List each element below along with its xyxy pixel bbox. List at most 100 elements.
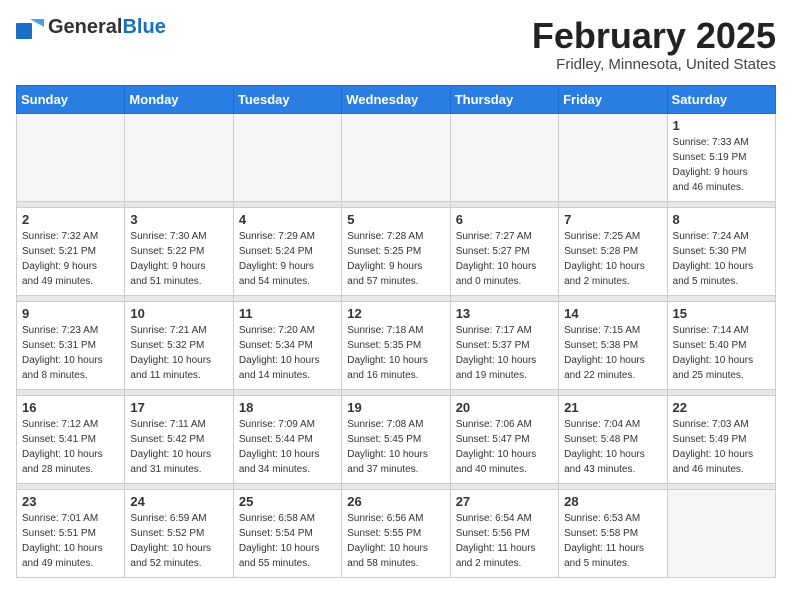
calendar-week-row: 16Sunrise: 7:12 AM Sunset: 5:41 PM Dayli… <box>17 395 776 483</box>
day-info: Sunrise: 7:03 AM Sunset: 5:49 PM Dayligh… <box>673 417 770 477</box>
col-tuesday: Tuesday <box>233 85 341 113</box>
day-number: 2 <box>22 212 119 227</box>
calendar-day: 14 Sunrise: 7:15 AM Sunset: 5:38 PM Dayli… <box>559 301 667 389</box>
calendar-day: 13 Sunrise: 7:17 AM Sunset: 5:37 PM Dayli… <box>450 301 558 389</box>
day-number: 10 <box>130 306 227 321</box>
day-number: 13 <box>456 306 553 321</box>
calendar-day: 24 Sunrise: 6:59 AM Sunset: 5:52 PM Dayli… <box>125 489 233 577</box>
calendar-day: 1Sunrise: 7:33 AM Sunset: 5:19 PM Daylig… <box>667 113 775 201</box>
day-number: 25 <box>239 494 336 509</box>
day-info: Sunrise: 7:23 AM Sunset: 5:31 PM Dayligh… <box>22 323 119 383</box>
day-number: 1 <box>673 118 770 133</box>
calendar-day: 28 Sunrise: 6:53 AM Sunset: 5:58 PM Dayli… <box>559 489 667 577</box>
day-info: Sunrise: 6:56 AM Sunset: 5:55 PM Dayligh… <box>347 511 444 571</box>
calendar-day: 2 Sunrise: 7:32 AM Sunset: 5:21 PM Daylig… <box>17 207 125 295</box>
calendar-day <box>559 113 667 201</box>
calendar-day <box>233 113 341 201</box>
calendar-day: 7 Sunrise: 7:25 AM Sunset: 5:28 PM Daylig… <box>559 207 667 295</box>
calendar-day: 4 Sunrise: 7:29 AM Sunset: 5:24 PM Daylig… <box>233 207 341 295</box>
day-number: 11 <box>239 306 336 321</box>
day-info: Sunrise: 7:09 AM Sunset: 5:44 PM Dayligh… <box>239 417 336 477</box>
day-info: Sunrise: 7:27 AM Sunset: 5:27 PM Dayligh… <box>456 229 553 289</box>
day-info: Sunrise: 7:12 AM Sunset: 5:41 PM Dayligh… <box>22 417 119 477</box>
calendar-day: 25 Sunrise: 6:58 AM Sunset: 5:54 PM Dayli… <box>233 489 341 577</box>
day-info: Sunrise: 7:20 AM Sunset: 5:34 PM Dayligh… <box>239 323 336 383</box>
day-info: Sunrise: 6:59 AM Sunset: 5:52 PM Dayligh… <box>130 511 227 571</box>
logo-general: General <box>48 16 122 38</box>
day-info: Sunrise: 7:32 AM Sunset: 5:21 PM Dayligh… <box>22 229 119 289</box>
day-number: 27 <box>456 494 553 509</box>
day-number: 19 <box>347 400 444 415</box>
day-number: 12 <box>347 306 444 321</box>
day-info: Sunrise: 7:01 AM Sunset: 5:51 PM Dayligh… <box>22 511 119 571</box>
calendar-day <box>342 113 450 201</box>
location: Fridley, Minnesota, United States <box>532 56 776 73</box>
calendar-day: 18 Sunrise: 7:09 AM Sunset: 5:44 PM Dayli… <box>233 395 341 483</box>
day-number: 26 <box>347 494 444 509</box>
day-info: Sunrise: 7:15 AM Sunset: 5:38 PM Dayligh… <box>564 323 661 383</box>
calendar: Sunday Monday Tuesday Wednesday Thursday… <box>16 85 776 578</box>
calendar-week-row: 9 Sunrise: 7:23 AM Sunset: 5:31 PM Daylig… <box>17 301 776 389</box>
day-number: 17 <box>130 400 227 415</box>
title-block: February 2025 Fridley, Minnesota, United… <box>532 16 776 73</box>
col-sunday: Sunday <box>17 85 125 113</box>
col-saturday: Saturday <box>667 85 775 113</box>
calendar-day: 11 Sunrise: 7:20 AM Sunset: 5:34 PM Dayli… <box>233 301 341 389</box>
calendar-day: 12Sunrise: 7:18 AM Sunset: 5:35 PM Dayli… <box>342 301 450 389</box>
calendar-day: 16Sunrise: 7:12 AM Sunset: 5:41 PM Dayli… <box>17 395 125 483</box>
calendar-week-row: 1Sunrise: 7:33 AM Sunset: 5:19 PM Daylig… <box>17 113 776 201</box>
day-info: Sunrise: 7:14 AM Sunset: 5:40 PM Dayligh… <box>673 323 770 383</box>
logo-blue: Blue <box>122 16 165 38</box>
col-wednesday: Wednesday <box>342 85 450 113</box>
day-info: Sunrise: 6:54 AM Sunset: 5:56 PM Dayligh… <box>456 511 553 571</box>
calendar-day: 21 Sunrise: 7:04 AM Sunset: 5:48 PM Dayli… <box>559 395 667 483</box>
calendar-day: 6 Sunrise: 7:27 AM Sunset: 5:27 PM Daylig… <box>450 207 558 295</box>
day-number: 21 <box>564 400 661 415</box>
day-info: Sunrise: 6:58 AM Sunset: 5:54 PM Dayligh… <box>239 511 336 571</box>
day-number: 9 <box>22 306 119 321</box>
calendar-day: 9 Sunrise: 7:23 AM Sunset: 5:31 PM Daylig… <box>17 301 125 389</box>
calendar-day: 15 Sunrise: 7:14 AM Sunset: 5:40 PM Dayli… <box>667 301 775 389</box>
calendar-week-row: 2 Sunrise: 7:32 AM Sunset: 5:21 PM Daylig… <box>17 207 776 295</box>
day-number: 7 <box>564 212 661 227</box>
day-number: 3 <box>130 212 227 227</box>
day-info: Sunrise: 7:30 AM Sunset: 5:22 PM Dayligh… <box>130 229 227 289</box>
day-number: 18 <box>239 400 336 415</box>
day-number: 8 <box>673 212 770 227</box>
day-info: Sunrise: 7:08 AM Sunset: 5:45 PM Dayligh… <box>347 417 444 477</box>
logo-icon <box>16 17 44 39</box>
calendar-day <box>667 489 775 577</box>
month-title: February 2025 <box>532 16 776 56</box>
day-number: 15 <box>673 306 770 321</box>
day-number: 24 <box>130 494 227 509</box>
calendar-day: 19 Sunrise: 7:08 AM Sunset: 5:45 PM Dayli… <box>342 395 450 483</box>
calendar-day: 23Sunrise: 7:01 AM Sunset: 5:51 PM Dayli… <box>17 489 125 577</box>
day-info: Sunrise: 7:17 AM Sunset: 5:37 PM Dayligh… <box>456 323 553 383</box>
calendar-day: 8 Sunrise: 7:24 AM Sunset: 5:30 PM Daylig… <box>667 207 775 295</box>
col-thursday: Thursday <box>450 85 558 113</box>
calendar-day: 26 Sunrise: 6:56 AM Sunset: 5:55 PM Dayli… <box>342 489 450 577</box>
calendar-day <box>450 113 558 201</box>
col-monday: Monday <box>125 85 233 113</box>
day-number: 22 <box>673 400 770 415</box>
calendar-day: 5Sunrise: 7:28 AM Sunset: 5:25 PM Daylig… <box>342 207 450 295</box>
calendar-day: 27 Sunrise: 6:54 AM Sunset: 5:56 PM Dayli… <box>450 489 558 577</box>
calendar-day: 22 Sunrise: 7:03 AM Sunset: 5:49 PM Dayli… <box>667 395 775 483</box>
calendar-day: 10 Sunrise: 7:21 AM Sunset: 5:32 PM Dayli… <box>125 301 233 389</box>
day-info: Sunrise: 7:21 AM Sunset: 5:32 PM Dayligh… <box>130 323 227 383</box>
day-number: 14 <box>564 306 661 321</box>
day-info: Sunrise: 6:53 AM Sunset: 5:58 PM Dayligh… <box>564 511 661 571</box>
calendar-week-row: 23Sunrise: 7:01 AM Sunset: 5:51 PM Dayli… <box>17 489 776 577</box>
page-header: GeneralBlue February 2025 Fridley, Minne… <box>16 16 776 73</box>
day-info: Sunrise: 7:29 AM Sunset: 5:24 PM Dayligh… <box>239 229 336 289</box>
day-number: 28 <box>564 494 661 509</box>
day-info: Sunrise: 7:04 AM Sunset: 5:48 PM Dayligh… <box>564 417 661 477</box>
day-number: 4 <box>239 212 336 227</box>
day-number: 6 <box>456 212 553 227</box>
day-info: Sunrise: 7:28 AM Sunset: 5:25 PM Dayligh… <box>347 229 444 289</box>
calendar-day: 3 Sunrise: 7:30 AM Sunset: 5:22 PM Daylig… <box>125 207 233 295</box>
day-info: Sunrise: 7:06 AM Sunset: 5:47 PM Dayligh… <box>456 417 553 477</box>
day-info: Sunrise: 7:24 AM Sunset: 5:30 PM Dayligh… <box>673 229 770 289</box>
calendar-day: 17Sunrise: 7:11 AM Sunset: 5:42 PM Dayli… <box>125 395 233 483</box>
day-info: Sunrise: 7:25 AM Sunset: 5:28 PM Dayligh… <box>564 229 661 289</box>
